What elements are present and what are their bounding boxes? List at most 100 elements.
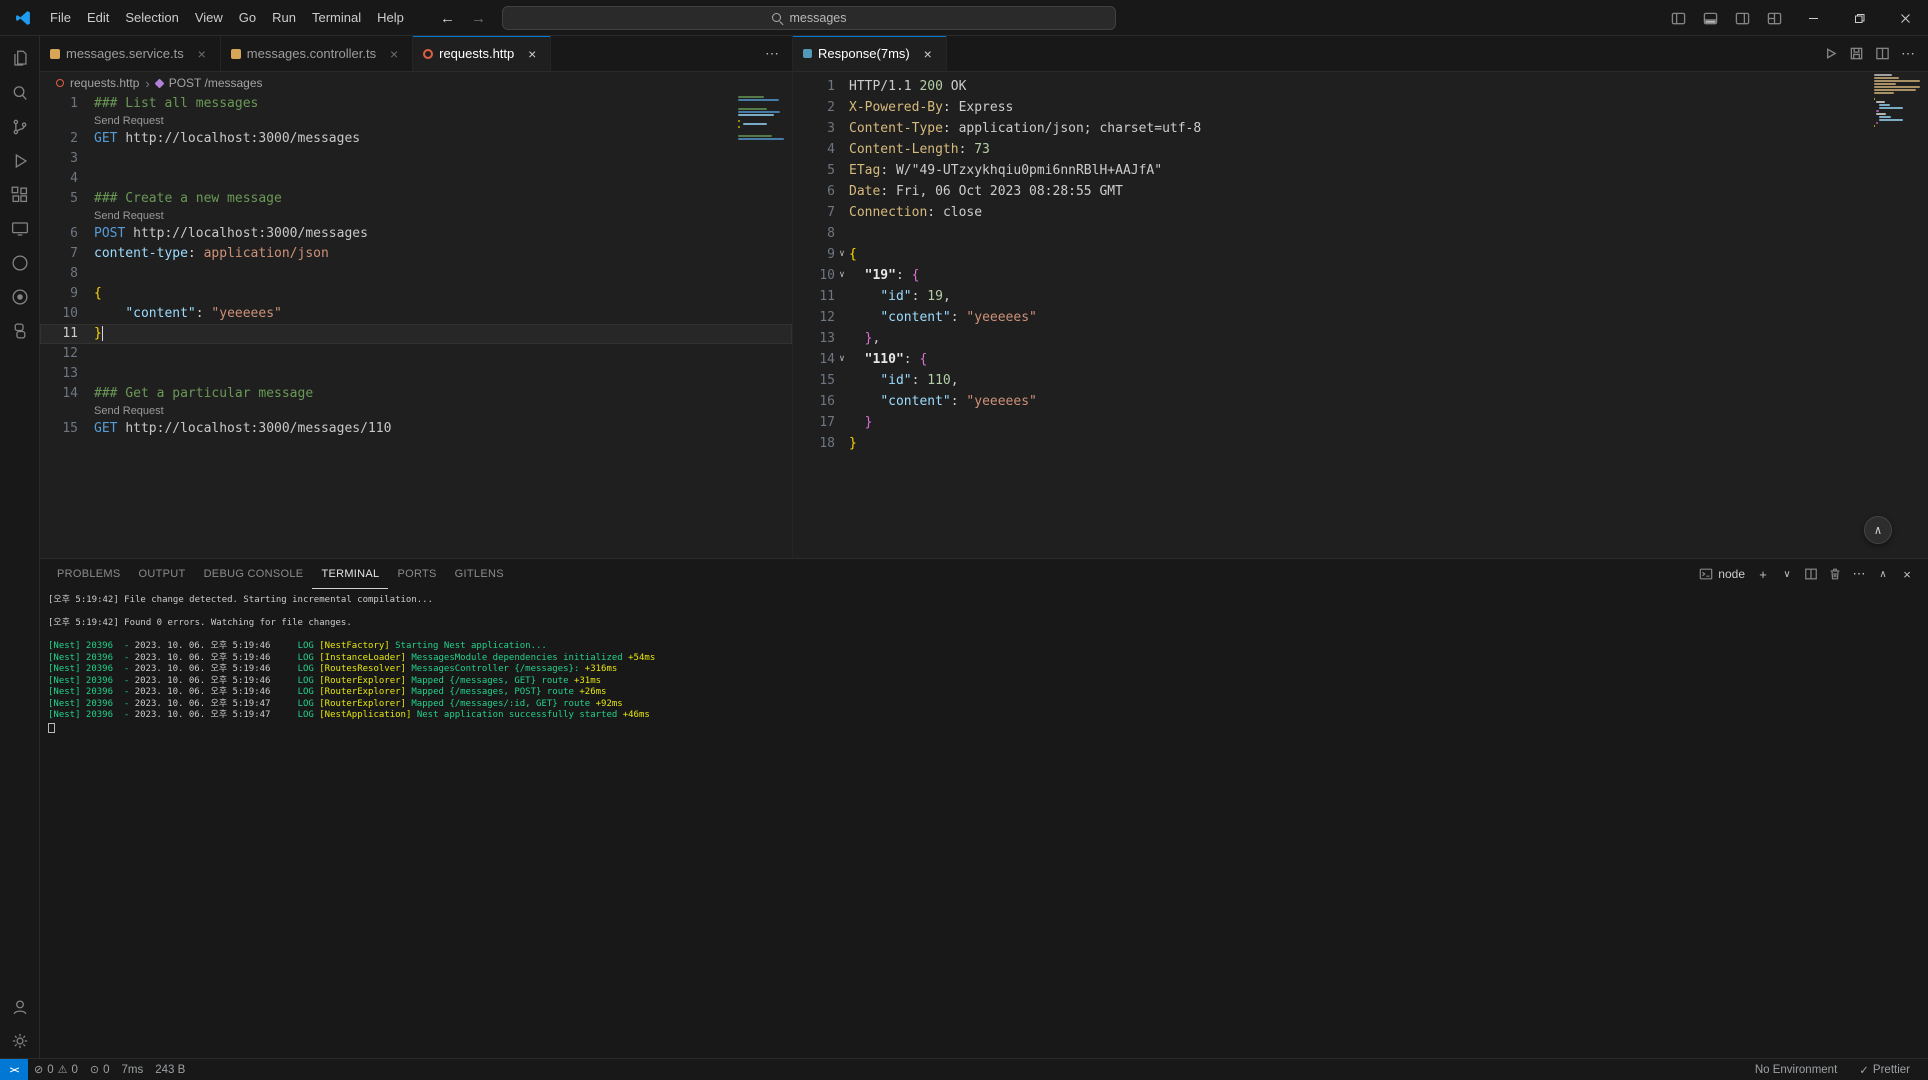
breadcrumb-file[interactable]: requests.http	[70, 76, 139, 90]
codelens-send-request[interactable]: Send Request	[40, 114, 792, 129]
run-debug-icon[interactable]	[0, 144, 40, 178]
split-editor-icon[interactable]	[1870, 42, 1894, 66]
panel-tab-problems[interactable]: PROBLEMS	[48, 559, 130, 589]
code-line-3[interactable]: 3 Content-Type: application/json; charset…	[793, 118, 1928, 139]
tab-messages-service-ts[interactable]: messages.service.ts ×	[40, 36, 221, 71]
code-line-1[interactable]: 1 HTTP/1.1 200 OK	[793, 76, 1928, 97]
code-line-12[interactable]: 12 "content": "yeeeees"	[793, 307, 1928, 328]
toggle-sidebar-icon[interactable]	[1662, 0, 1694, 36]
python-environment[interactable]: No Environment	[1749, 1059, 1843, 1080]
code-line-5[interactable]: 5 ETag: W/"49-UTzxykhqiu0pmi6nnRBlH+AAJfA…	[793, 160, 1928, 181]
panel-tab-debug-console[interactable]: DEBUG CONSOLE	[195, 559, 313, 589]
code-line-9[interactable]: 9 ∨{	[793, 244, 1928, 265]
code-line-3[interactable]: 3	[40, 149, 792, 169]
code-line-7[interactable]: 7 Connection: close	[793, 202, 1928, 223]
close-icon[interactable]: ×	[524, 46, 540, 62]
codelens-send-request[interactable]: Send Request	[40, 209, 792, 224]
code-line-11[interactable]: 11 "id": 19,	[793, 286, 1928, 307]
response-editor[interactable]: 1 HTTP/1.1 200 OK 2 X-Powered-By: Express 3 C…	[793, 72, 1928, 558]
code-line-8[interactable]: 8	[40, 264, 792, 284]
extension-target-icon[interactable]	[0, 280, 40, 314]
code-line-4[interactable]: 4 Content-Length: 73	[793, 139, 1928, 160]
menu-terminal[interactable]: Terminal	[304, 0, 369, 36]
panel-tab-output[interactable]: OUTPUT	[130, 559, 195, 589]
close-icon[interactable]: ×	[920, 46, 936, 62]
remote-indicator[interactable]: ><	[0, 1059, 28, 1080]
forward-icon[interactable]: →	[471, 10, 486, 27]
scroll-top-button[interactable]: ∧	[1864, 516, 1892, 544]
code-line-13[interactable]: 13	[40, 364, 792, 384]
tab-response[interactable]: Response(7ms) ×	[793, 36, 947, 71]
response-minimap[interactable]	[1874, 74, 1920, 127]
fold-icon[interactable]: ∨	[835, 349, 849, 370]
breadcrumb-symbol[interactable]: POST /messages	[169, 76, 263, 90]
close-window-icon[interactable]	[1882, 0, 1928, 36]
formatter-status[interactable]: ✓ Prettier	[1853, 1059, 1916, 1080]
code-line-6[interactable]: 6 POST http://localhost:3000/messages	[40, 224, 792, 244]
close-panel-icon[interactable]: ×	[1896, 563, 1918, 585]
code-line-13[interactable]: 13 },	[793, 328, 1928, 349]
menu-run[interactable]: Run	[264, 0, 304, 36]
codelens-send-request[interactable]: Send Request	[40, 404, 792, 419]
extension-circle-icon[interactable]	[0, 246, 40, 280]
menu-edit[interactable]: Edit	[79, 0, 117, 36]
python-icon[interactable]	[0, 314, 40, 348]
code-line-7[interactable]: 7 content-type: application/json	[40, 244, 792, 264]
code-line-2[interactable]: 2 GET http://localhost:3000/messages	[40, 129, 792, 149]
code-line-6[interactable]: 6 Date: Fri, 06 Oct 2023 08:28:55 GMT	[793, 181, 1928, 202]
code-line-8[interactable]: 8	[793, 223, 1928, 244]
code-line-15[interactable]: 15 GET http://localhost:3000/messages/110	[40, 419, 792, 439]
code-line-2[interactable]: 2 X-Powered-By: Express	[793, 97, 1928, 118]
tab-requests-http[interactable]: requests.http ×	[413, 36, 552, 71]
new-terminal-icon[interactable]: +	[1752, 563, 1774, 585]
command-center-search[interactable]: messages	[502, 6, 1116, 30]
code-line-14[interactable]: 14 ∨ "110": {	[793, 349, 1928, 370]
toggle-secondary-sidebar-icon[interactable]	[1726, 0, 1758, 36]
code-line-18[interactable]: 18}	[793, 433, 1928, 454]
more-actions-icon[interactable]: ⋯	[1896, 42, 1920, 66]
menu-go[interactable]: Go	[231, 0, 264, 36]
code-line-15[interactable]: 15 "id": 110,	[793, 370, 1928, 391]
toggle-panel-icon[interactable]	[1694, 0, 1726, 36]
code-line-10[interactable]: 10 ∨ "19": {	[793, 265, 1928, 286]
remote-explorer-icon[interactable]	[0, 212, 40, 246]
tab-messages-controller-ts[interactable]: messages.controller.ts ×	[220, 36, 414, 71]
search-icon[interactable]	[0, 76, 40, 110]
code-line-10[interactable]: 10 "content": "yeeeees"	[40, 304, 792, 324]
terminal-profile[interactable]: node	[1694, 567, 1750, 581]
code-line-16[interactable]: 16 "content": "yeeeees"	[793, 391, 1928, 412]
minimize-icon[interactable]	[1790, 0, 1836, 36]
panel-tab-ports[interactable]: PORTS	[388, 559, 445, 589]
response-size[interactable]: 243 B	[149, 1059, 191, 1080]
save-response-icon[interactable]	[1844, 42, 1868, 66]
panel-tab-gitlens[interactable]: GITLENS	[446, 559, 513, 589]
settings-gear-icon[interactable]	[0, 1024, 40, 1058]
menu-selection[interactable]: Selection	[117, 0, 186, 36]
ports-indicator[interactable]: ⊙ 0	[84, 1059, 116, 1080]
kill-terminal-icon[interactable]	[1824, 563, 1846, 585]
customize-layout-icon[interactable]	[1758, 0, 1790, 36]
code-line-5[interactable]: 5 ### Create a new message	[40, 189, 792, 209]
panel-tab-terminal[interactable]: TERMINAL	[312, 559, 389, 589]
code-line-17[interactable]: 17 }	[793, 412, 1928, 433]
back-icon[interactable]: ←	[440, 10, 455, 27]
close-icon[interactable]: ×	[386, 46, 402, 62]
restore-icon[interactable]	[1836, 0, 1882, 36]
explorer-icon[interactable]	[0, 42, 40, 76]
close-icon[interactable]: ×	[194, 46, 210, 62]
send-request-icon[interactable]	[1818, 42, 1842, 66]
extensions-icon[interactable]	[0, 178, 40, 212]
response-time[interactable]: 7ms	[116, 1059, 150, 1080]
code-line-14[interactable]: 14 ### Get a particular message	[40, 384, 792, 404]
terminal-dropdown-icon[interactable]: ∨	[1776, 563, 1798, 585]
code-line-12[interactable]: 12	[40, 344, 792, 364]
http-editor[interactable]: 1 ### List all messages Send Request 2 GET h…	[40, 94, 792, 558]
minimap[interactable]	[738, 96, 784, 140]
more-actions-icon[interactable]: ⋯	[1848, 563, 1870, 585]
problems-indicator[interactable]: ⊘ 0 ⚠ 0	[28, 1059, 84, 1080]
more-actions-icon[interactable]: ⋯	[760, 42, 784, 66]
terminal-output[interactable]: [오후 5:19:42] File change detected. Start…	[40, 589, 1928, 1058]
fold-icon[interactable]: ∨	[835, 244, 849, 265]
menu-view[interactable]: View	[187, 0, 231, 36]
code-line-4[interactable]: 4	[40, 169, 792, 189]
